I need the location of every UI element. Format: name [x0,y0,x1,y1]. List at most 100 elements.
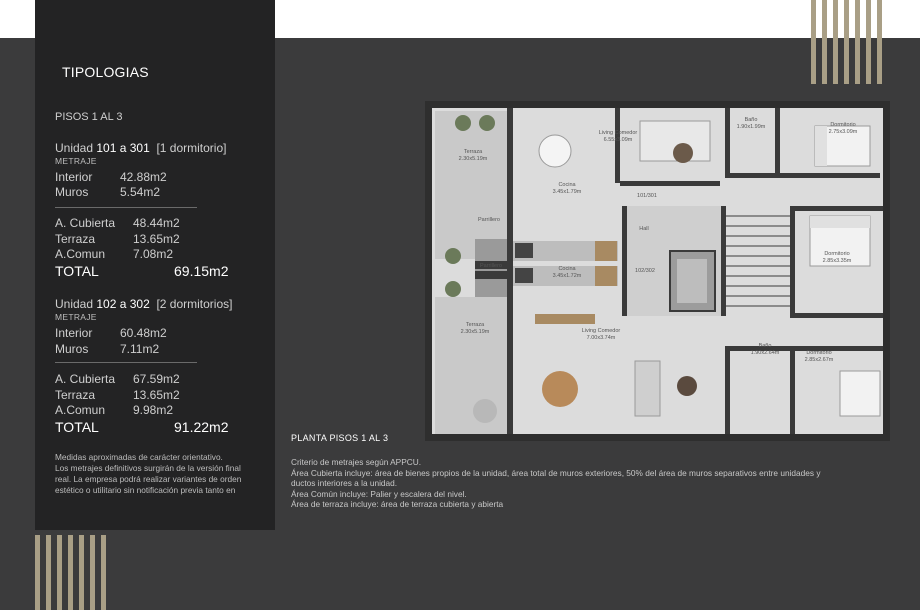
unit-1-cubierta-label: A. Cubierta [55,216,116,230]
unit-2-metraje-label: METRAJE [55,312,97,322]
unit-2-cubierta-value: 67.59m2 [133,372,180,386]
label-dorm-mid: Dormitorio [824,251,849,257]
unit-1-type: [1 dormitorio] [156,141,227,155]
unit-2-muros-value: 7.11m2 [120,342,160,356]
label-living-bottom: Living Comedor [582,328,621,334]
disclaimer-line: estético o utilitario sin notificación p… [55,485,236,495]
unit-1-comun-label: A.Comun [55,247,106,261]
dims-dorm-top: 2.75x3.09m [829,129,858,135]
typology-panel: TIPOLOGIAS PISOS 1 AL 3 Unidad 101 a 301… [35,0,275,530]
dims-bano-bottom: 1.90x2.64m [751,350,780,356]
unit-2-cubierta-label: A. Cubierta [55,372,116,386]
unit-1-total-label: TOTAL [55,263,99,279]
bed-mid-pillows [810,216,870,228]
decorative-stripes-top [811,0,882,84]
criteria-line: Criterio de metrajes según APPCU. [291,457,422,467]
criteria-line: Área Común incluye: Palier y escalera de… [291,488,467,499]
plant-icon [455,115,471,131]
dims-cocina-top: 3.45x1.79m [553,189,582,195]
top-hall-wall [620,181,720,186]
floors-label: PISOS 1 AL 3 [55,111,123,123]
dims-dorm-mid: 2.85x3.35m [823,258,852,264]
criteria-line: Área Cubierta incluye: área de bienes pr… [291,467,821,478]
disclaimer-note: Medidas aproximadas de carácter orientat… [55,452,260,496]
unit-1-separator [55,207,197,208]
unit-1-number: 101 a 301 [96,141,150,155]
stairs-wall-left [721,206,726,316]
disclaimer-line: Medidas aproximadas de carácter orientat… [55,452,223,462]
unit-2-terraza-label: Terraza [55,388,96,402]
unit-1-interior-value: 42.88m2 [120,170,167,184]
stairs-wall-right [790,206,795,316]
area-criteria: Criterio de metrajes según APPCU. Área C… [291,457,881,510]
unit-1-prefix: Unidad [55,141,97,155]
label-bano-top: Baño [745,117,758,123]
unit-2-comun-value: 9.98m2 [133,403,174,417]
unit-2-number: 102 a 302 [96,297,150,311]
kitchen-island-bottom [535,314,595,324]
dims-terraza-bottom: 2.30x5.19m [461,329,490,335]
unit-1-terraza-value: 13.65m2 [133,232,180,246]
decorative-stripes-bottom [35,535,106,610]
unit-1-muros-label: Muros [55,185,89,199]
unit-1-metraje-label: METRAJE [55,156,97,166]
unit-1-interior-label: Interior [55,170,93,184]
bath-top-wall-right [775,108,780,178]
unit-1-heading: Unidad 101 a 301 [1 dormitorio] [55,141,226,155]
bottom-bedroom-wall [725,346,883,351]
plan-caption: PLANTA PISOS 1 AL 3 [291,433,389,443]
unit-1-total-value: 69.15m2 [174,263,229,279]
disclaimer-line: Los metrajes definitivos surgirán de la … [55,463,241,473]
label-unit-102: 102/302 [635,268,655,274]
bath-bottom-wall-left [725,346,730,434]
page-title: TIPOLOGIAS [62,64,149,80]
living-table-bottom-icon [677,376,697,396]
unit-2-terraza-value: 13.65m2 [133,388,180,402]
cabinet-bottom [595,266,617,286]
criteria-line: ductos interiores a la unidad. [291,478,398,488]
disclaimer-line: real. La empresa podrá realizar variante… [55,474,242,484]
label-dorm-bottom: Dormitorio [806,350,831,356]
label-terraza-bottom: Terraza [466,322,485,328]
unit-2-separator [55,362,197,363]
label-dorm-top: Dormitorio [830,122,855,128]
unit-2-interior-label: Interior [55,326,93,340]
top-bedroom-wall [725,173,880,178]
elevator-cabin [677,259,707,303]
criteria-line: Área de terraza incluye: área de terraza… [291,499,504,509]
terrace-top [435,111,507,259]
unit-1-terraza-label: Terraza [55,232,96,246]
dims-bano-top: 1.90x1.99m [737,124,766,130]
dims-living-bottom: 7.00x3.74m [587,335,616,341]
floor-plan: Terraza 2.30x5.19m Living Comedor 6.55x3… [425,101,890,441]
plant-icon [479,115,495,131]
bath-bottom-wall-right [790,346,795,434]
unit-2-type: [2 dormitorios] [156,297,233,311]
label-unit-101: 101/301 [637,193,657,199]
label-living-top: Living Comedor [599,130,638,136]
core-wall-left [622,206,627,316]
label-terraza-top: Terraza [464,149,483,155]
dining-table-bottom-icon [542,371,578,407]
bed-top-pillows [815,126,827,166]
label-cocina-top: Cocina [558,182,576,188]
plant-icon [445,248,461,264]
unit-2-total-value: 91.22m2 [174,419,229,435]
unit-1-cubierta-value: 48.44m2 [133,216,180,230]
label-hall: Hall [639,226,648,232]
unit-1-muros-value: 5.54m2 [120,185,161,199]
dims-cocina-bottom: 3.45x1.72m [553,273,582,279]
unit-2-prefix: Unidad [55,297,97,311]
top-divider-wall [615,108,620,183]
dims-living-top: 6.55x3.09m [604,137,633,143]
terrace-wall [507,108,513,434]
unit-1-comun-value: 7.08m2 [133,247,174,261]
unit-2-heading: Unidad 102 a 302 [2 dormitorios] [55,297,232,311]
unit-2-muros-label: Muros [55,342,89,356]
unit-2-total-label: TOTAL [55,419,99,435]
cabinet-top [595,241,617,261]
label-parrillero-top: Parrillero [478,217,500,223]
label-cocina-bottom: Cocina [558,266,576,272]
bath-top-wall-left [725,108,730,178]
living-table-top-icon [673,143,693,163]
